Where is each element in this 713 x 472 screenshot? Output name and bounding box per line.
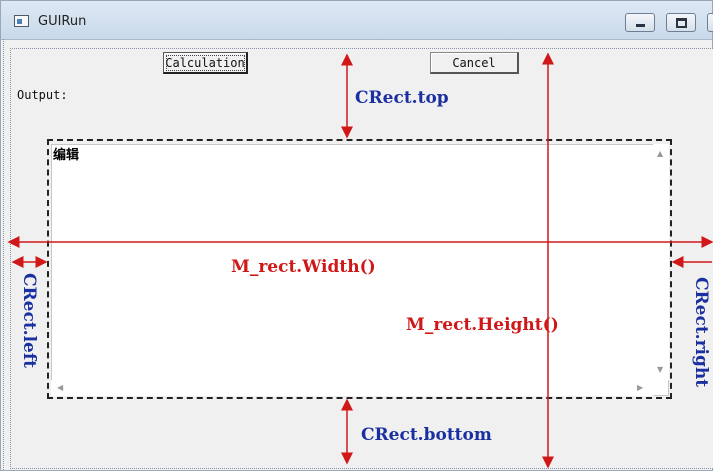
scroll-left-arrow-icon[interactable]: ◀ [57, 384, 63, 392]
cancel-button[interactable]: Cancel [430, 52, 519, 74]
calculation-button[interactable]: Calculation [163, 52, 248, 74]
horizontal-scrollbar[interactable]: ◀ ▶ [51, 380, 653, 396]
scroll-up-arrow-icon[interactable]: ▲ [657, 150, 663, 158]
close-button[interactable] [707, 13, 713, 32]
crect-left-label: CRect.left [19, 273, 39, 369]
maximize-button[interactable] [666, 13, 696, 32]
scroll-down-arrow-icon[interactable]: ▼ [657, 366, 663, 374]
crect-top-label: CRect.top [355, 88, 449, 108]
title-bar[interactable]: GUIRun [1, 1, 713, 40]
client-area-left-edge [3, 39, 5, 470]
minimize-button[interactable] [625, 13, 655, 32]
application-window: GUIRun Calculation Cancel Output: 编辑 ▲ ▼… [0, 0, 713, 471]
height-label: M_rect.Height() [406, 315, 559, 335]
edit-text: 编辑 [53, 148, 80, 163]
output-label: Output: [17, 88, 68, 102]
width-label: M_rect.Width() [231, 257, 376, 277]
app-window-icon [14, 15, 29, 27]
window-title: GUIRun [38, 14, 87, 29]
crect-right-label: CRect.right [691, 277, 711, 388]
scroll-right-arrow-icon[interactable]: ▶ [637, 384, 643, 392]
vertical-scrollbar[interactable]: ▲ ▼ [653, 144, 669, 380]
crect-bottom-label: CRect.bottom [361, 425, 492, 445]
